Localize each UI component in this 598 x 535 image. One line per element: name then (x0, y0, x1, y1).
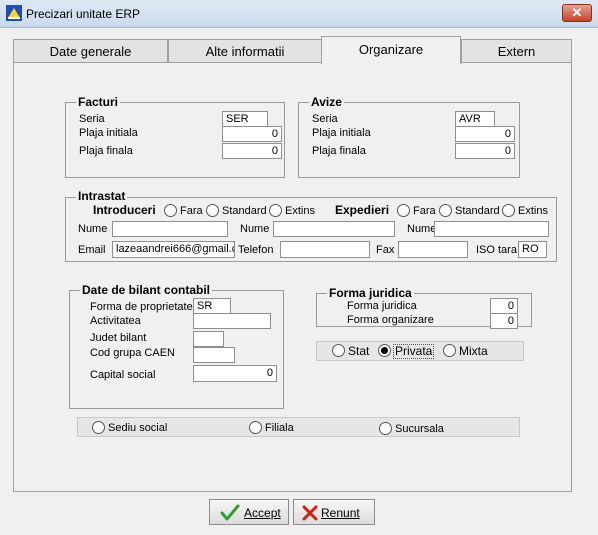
mixta-radio[interactable] (443, 344, 456, 357)
app-icon (6, 5, 22, 21)
activitatea-field[interactable] (193, 313, 271, 329)
close-icon: ✕ (571, 5, 583, 20)
introduceri-fara-label: Fara (180, 205, 203, 217)
mixta-label: Mixta (459, 344, 488, 358)
facturi-plaja-initiala-field[interactable]: 0 (222, 126, 282, 142)
expedieri-extins-label: Extins (518, 205, 548, 217)
intrastat-nume3-label: Nume (407, 223, 437, 235)
capital-social-field[interactable]: 0 (193, 365, 277, 382)
avize-plaja-initiala-label: Plaja initiala (312, 127, 371, 139)
forma-juridica-title: Forma juridica (327, 286, 414, 300)
intrastat-nume1-field[interactable] (112, 221, 228, 237)
renunt-label: Renunt (321, 506, 360, 520)
intrastat-title: Intrastat (76, 189, 128, 203)
introduceri-fara-radio[interactable] (164, 204, 177, 217)
close-button[interactable]: ✕ (562, 4, 592, 22)
avize-seria-label: Seria (312, 113, 338, 125)
expedieri-extins-radio[interactable] (502, 204, 515, 217)
forma-juridica-field[interactable]: 0 (490, 298, 518, 314)
privata-label: Privata (393, 344, 435, 359)
expedieri-label: Expedieri (335, 203, 390, 217)
activitatea-label: Activitatea (90, 315, 141, 327)
facturi-title: Facturi (76, 95, 121, 109)
forma-juridica-label: Forma juridica (347, 300, 417, 312)
sucursala-label: Sucursala (395, 423, 444, 435)
forma-proprietate-field[interactable]: SR (193, 298, 231, 314)
expedieri-standard-label: Standard (455, 205, 500, 217)
facturi-seria-label: Seria (79, 113, 105, 125)
intrastat-nume2-field[interactable] (273, 221, 395, 237)
avize-plaja-finala-label: Plaja finala (312, 145, 366, 157)
avize-seria-field[interactable]: AVR (455, 111, 495, 127)
expedieri-fara-radio[interactable] (397, 204, 410, 217)
expedieri-standard-radio[interactable] (439, 204, 452, 217)
renunt-button[interactable]: Renunt (293, 499, 375, 525)
judet-bilant-field[interactable] (193, 331, 224, 347)
filiala-radio[interactable] (249, 421, 262, 434)
intrastat-nume2-label: Nume (240, 223, 270, 235)
cod-caen-label: Cod grupa CAEN (90, 347, 175, 359)
stat-label: Stat (348, 344, 370, 358)
tab-organizare[interactable]: Organizare (321, 36, 461, 64)
accept-button[interactable]: Accept (209, 499, 289, 525)
bilant-title: Date de bilant contabil (80, 283, 213, 297)
sediu-social-radio[interactable] (92, 421, 105, 434)
intrastat-nume3-field[interactable] (434, 221, 549, 237)
fax-label: Fax (376, 244, 395, 256)
accept-label: Accept (244, 506, 281, 520)
forma-proprietate-label: Forma de proprietate (90, 301, 193, 313)
facturi-plaja-finala-label: Plaja finala (79, 145, 133, 157)
cod-caen-field[interactable] (193, 347, 235, 363)
introduceri-extins-label: Extins (285, 205, 315, 217)
intrastat-nume1-label: Nume (78, 223, 108, 235)
tab-extern[interactable]: Extern (461, 39, 572, 63)
sucursala-radio[interactable] (379, 422, 392, 435)
capital-social-label: Capital social (90, 369, 156, 381)
forma-organizare-field[interactable]: 0 (490, 313, 518, 329)
introduceri-extins-radio[interactable] (269, 204, 282, 217)
email-field[interactable]: lazeaandrei666@gmail.c (112, 241, 235, 258)
iso-tara-label: ISO tara (476, 244, 517, 256)
telefon-field[interactable] (280, 241, 370, 258)
forma-organizare-label: Forma organizare (347, 314, 434, 326)
window-title: Precizari unitate ERP (26, 7, 141, 21)
cancel-x-icon (302, 505, 318, 521)
email-label: Email (78, 244, 106, 256)
tab-date-generale[interactable]: Date generale (13, 39, 168, 63)
avize-plaja-finala-field[interactable]: 0 (455, 143, 515, 159)
judet-bilant-label: Judet bilant (90, 332, 147, 344)
iso-tara-field[interactable]: RO (518, 241, 547, 258)
introduceri-label: Introduceri (93, 203, 156, 217)
stat-radio[interactable] (332, 344, 345, 357)
avize-plaja-initiala-field[interactable]: 0 (455, 126, 515, 142)
facturi-plaja-finala-field[interactable]: 0 (222, 143, 282, 159)
tab-alte-informatii[interactable]: Alte informatii (168, 39, 322, 63)
sediu-social-label: Sediu social (108, 422, 168, 434)
checkmark-icon (220, 504, 240, 521)
avize-title: Avize (309, 95, 344, 109)
facturi-seria-field[interactable]: SER (222, 111, 268, 127)
expedieri-fara-label: Fara (413, 205, 436, 217)
facturi-plaja-initiala-label: Plaja initiala (79, 127, 138, 139)
filiala-label: Filiala (265, 422, 294, 434)
introduceri-standard-radio[interactable] (206, 204, 219, 217)
introduceri-standard-label: Standard (222, 205, 267, 217)
telefon-label: Telefon (238, 244, 274, 256)
fax-field[interactable] (398, 241, 468, 258)
privata-radio[interactable] (378, 344, 391, 357)
